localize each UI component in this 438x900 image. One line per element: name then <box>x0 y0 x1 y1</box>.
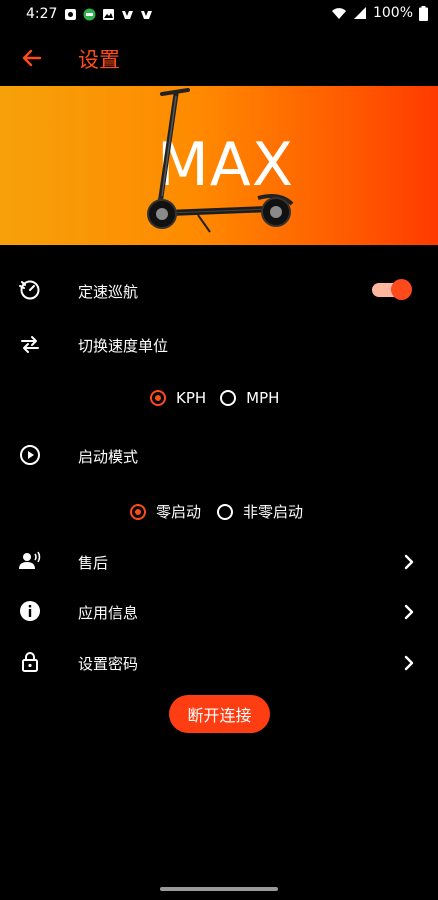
chevron-right-icon[interactable] <box>402 553 416 571</box>
page-title: 设置 <box>78 48 120 72</box>
radio-zero-start[interactable]: 零启动 <box>130 501 201 522</box>
status-right: 100% <box>331 5 428 21</box>
cruise-control-label: 定速巡航 <box>78 283 139 301</box>
status-bar: 4:27 100% <box>0 0 438 30</box>
swap-arrows-icon <box>21 336 39 353</box>
battery-percentage: 100% <box>372 5 413 21</box>
after-sales-label: 售后 <box>78 554 109 572</box>
gesture-nav-handle[interactable] <box>160 887 278 891</box>
radio-nonzero-start-indicator[interactable] <box>217 503 234 520</box>
set-password-row[interactable]: 设置密码 <box>0 643 438 683</box>
speed-unit-label: 切换速度单位 <box>78 337 169 355</box>
app-bar: 设置 <box>0 30 438 86</box>
signal-icon <box>353 7 366 19</box>
wifi-icon <box>331 8 346 19</box>
app-notification-icon <box>122 11 133 19</box>
disconnect-button[interactable]: 断开连接 <box>169 695 270 733</box>
support-person-icon <box>19 551 41 569</box>
chevron-right-icon[interactable] <box>402 654 416 672</box>
radio-nonzero-start[interactable]: 非零启动 <box>217 501 303 522</box>
product-banner: MAX <box>0 86 438 245</box>
cruise-control-toggle[interactable] <box>370 277 412 301</box>
speed-unit-row: 切换速度单位 <box>0 325 438 365</box>
back-arrow-icon[interactable] <box>16 42 48 74</box>
image-notification-icon <box>103 9 114 20</box>
chevron-right-icon[interactable] <box>402 603 416 621</box>
app-notification-icon-2 <box>141 11 152 19</box>
radio-mph-indicator[interactable] <box>220 390 237 406</box>
speed-unit-radio-group: KPH MPH <box>150 389 279 407</box>
cruise-control-row: 定速巡航 <box>0 270 438 310</box>
play-circle-icon <box>20 445 40 465</box>
camera-notification-icon <box>65 9 76 20</box>
battery-icon <box>419 5 428 21</box>
radio-kph-label: KPH <box>176 389 207 407</box>
app-info-row[interactable]: 应用信息 <box>0 592 438 632</box>
info-icon <box>20 601 40 621</box>
lock-icon <box>22 652 38 672</box>
start-mode-row: 启动模式 <box>0 436 438 476</box>
set-password-label: 设置密码 <box>78 655 139 673</box>
radio-kph-indicator[interactable] <box>150 390 166 406</box>
status-time: 4:27 <box>26 6 58 22</box>
cruise-gauge-icon <box>19 280 40 300</box>
settings-screen: 4:27 100% 设置 MAX 定速巡航 切换速度单位 KPH MPH 启动模… <box>0 0 438 900</box>
start-mode-label: 启动模式 <box>78 448 139 466</box>
notification-icons <box>64 8 153 21</box>
radio-kph[interactable]: KPH <box>150 389 206 407</box>
chat-notification-icon <box>83 8 96 21</box>
after-sales-row[interactable]: 售后 <box>0 542 438 582</box>
radio-mph-label: MPH <box>246 389 280 407</box>
toggle-knob <box>391 279 412 300</box>
radio-nonzero-start-label: 非零启动 <box>243 503 304 521</box>
start-mode-radio-group: 零启动 非零启动 <box>130 501 303 522</box>
radio-zero-start-indicator[interactable] <box>130 503 146 520</box>
scooter-image <box>147 88 294 233</box>
app-info-label: 应用信息 <box>78 604 139 622</box>
radio-mph[interactable]: MPH <box>220 389 279 407</box>
radio-zero-start-label: 零启动 <box>156 503 202 521</box>
